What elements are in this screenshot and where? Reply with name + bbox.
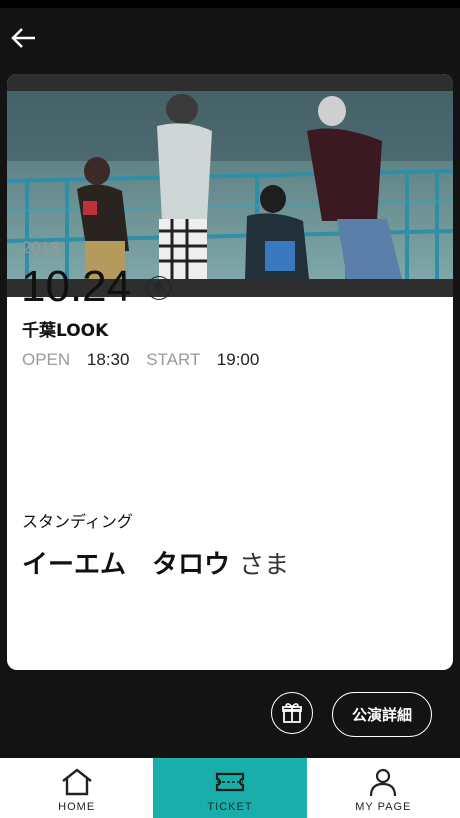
tab-home-label: HOME (58, 801, 96, 813)
open-time: 18:30 (86, 350, 130, 369)
back-button[interactable] (10, 24, 38, 52)
bottom-tab-bar: HOME TICKET MY PAGE (0, 758, 460, 818)
event-weekday: 水 (147, 276, 171, 300)
artist-photo (7, 91, 453, 279)
gift-icon (282, 703, 302, 723)
start-time: 19:00 (216, 350, 260, 369)
honorific: さま (239, 550, 290, 579)
home-icon (61, 768, 92, 796)
photo-frame-top (7, 74, 453, 91)
tab-ticket[interactable]: TICKET (153, 758, 307, 818)
tab-ticket-label: TICKET (207, 801, 253, 813)
arrow-left-icon (11, 28, 35, 48)
person-icon (370, 768, 397, 797)
ticket-holder: イーエム タロウ さま (22, 544, 289, 581)
gift-button[interactable] (271, 692, 313, 734)
event-date: 10.24 (21, 262, 132, 311)
ticket-icon (215, 772, 245, 792)
start-label: START (146, 350, 201, 369)
event-venue: 千葉LOOK (22, 321, 109, 341)
open-label: OPEN (22, 350, 71, 369)
seat-type: スタンディング (22, 512, 133, 531)
tab-home[interactable]: HOME (0, 758, 153, 818)
event-times: OPEN 18:30 START 19:00 (22, 350, 259, 370)
event-detail-button[interactable]: 公演詳細 (332, 692, 432, 737)
tab-mypage[interactable]: MY PAGE (307, 758, 460, 818)
status-strip (0, 0, 460, 8)
tab-mypage-label: MY PAGE (355, 801, 412, 813)
holder-name: イーエム タロウ (22, 550, 231, 580)
event-year: 2018 (22, 238, 60, 257)
